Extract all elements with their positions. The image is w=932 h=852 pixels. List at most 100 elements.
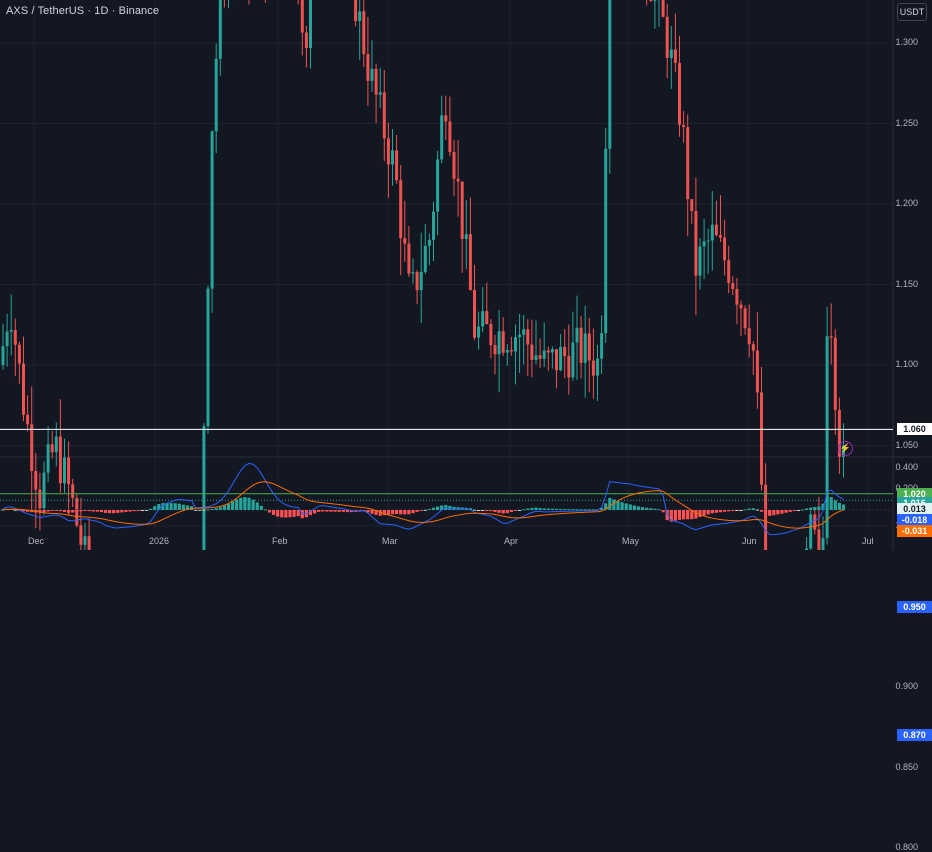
candle-body [419,271,423,291]
candle-body [686,126,690,200]
macd-histogram-bar [276,510,280,517]
macd-histogram-bar [403,510,407,515]
macd-histogram-bar [538,508,542,510]
price-tick: 1.050 [895,439,918,450]
macd-histogram-bar [272,510,276,515]
candle-body [522,329,526,335]
macd-histogram-bar [103,510,108,513]
macd-histogram-bar [805,508,809,510]
macd-histogram-bar [120,510,124,513]
time-tick: Dec [28,536,45,546]
macd-histogram-bar [399,510,403,515]
macd-histogram-bar [181,504,185,510]
macd-histogram-bar [653,508,657,510]
candle-body [395,150,399,181]
macd-histogram-bar [764,510,768,515]
macd-histogram-bar [485,510,489,511]
candle-body [485,311,489,325]
macd-histogram-bar [313,510,317,514]
candle-body [374,68,378,95]
macd-histogram-bar [530,507,534,510]
candle-body [669,49,673,58]
candle-body [587,333,591,361]
candle-body [550,349,554,353]
candle-body [9,329,13,332]
candlestick-chart[interactable] [0,0,932,550]
candle-body [300,0,304,33]
macd-histogram-bar [427,508,431,510]
macd-histogram-bar [140,510,144,511]
price-tick: 1.250 [895,117,918,128]
candle-body [366,54,370,81]
macd-histogram-bar [694,510,698,519]
level-price-label: 1.060 [897,423,932,436]
macd-histogram-bar [567,509,571,511]
macd-histogram-bar [222,505,226,510]
macd-histogram-bar [13,509,17,511]
candle-body [649,0,653,1]
candle-body [526,329,530,345]
macd-histogram-bar [493,510,497,513]
macd-histogram-bar [542,508,546,510]
macd-histogram-bar [226,503,231,510]
macd-histogram-bar [292,510,296,517]
candle-body [22,363,25,415]
time-tick: 2026 [149,536,170,546]
macd-histogram-bar [288,510,292,518]
macd-histogram-bar [817,506,821,510]
candle-body [34,470,38,490]
macd-histogram-bar [267,510,272,513]
macd-histogram-bar [329,510,333,512]
macd-histogram-bar [809,507,813,510]
macd-histogram-bar [87,510,91,512]
level-price-label: 0.950 [897,600,932,613]
candle-body [42,472,46,509]
candle-body [579,327,583,363]
macd-histogram-bar [108,510,112,514]
candle-body [591,360,595,376]
candle-body [448,121,452,153]
macd-histogram-bar [641,507,645,510]
alert-bolt-icon[interactable]: ⚡ [838,441,853,456]
macd-histogram-bar [50,510,54,511]
macd-histogram-bar [788,510,792,512]
macd-histogram-bar [837,502,841,510]
currency-button[interactable]: USDT [897,3,927,21]
macd-histogram-bar [833,500,837,510]
candle-body [354,0,358,22]
candle-body [702,241,706,247]
candle-body [83,536,87,545]
candle-body [477,326,481,338]
time-tick: Jul [862,536,874,546]
macd-histogram-bar [776,510,780,515]
macd-histogram-bar [686,510,690,520]
candle-body [206,288,210,427]
macd-histogram-bar [714,510,718,513]
macd-histogram-bar [522,509,526,511]
candle-body [509,350,513,352]
macd-histogram-bar [198,509,202,511]
macd-histogram-bar [477,510,481,511]
macd-histogram-bar [481,510,485,511]
macd-histogram-bar [747,508,751,510]
time-tick: Feb [272,536,288,546]
macd-histogram-bar [489,510,493,512]
macd-histogram-bar [661,510,665,513]
macd-histogram-bar [710,510,714,514]
candle-body [530,344,534,360]
macd-histogram-bar [702,510,706,516]
price-tick: 1.200 [895,198,918,208]
candle-body [600,333,604,359]
macd-histogram-bar [673,510,677,521]
macd-histogram-bar [337,510,341,512]
macd-histogram-bar [46,510,50,512]
candle-body [468,234,472,290]
candle-body [391,150,394,165]
candle-body [309,0,312,49]
candle-body [764,484,768,550]
macd-histogram-bar [755,509,759,511]
candle-body [518,334,522,338]
candle-body [26,414,30,425]
macd-histogram-bar [136,510,140,511]
symbol-title[interactable]: AXS / TetherUS · 1D · Binance [6,5,159,17]
